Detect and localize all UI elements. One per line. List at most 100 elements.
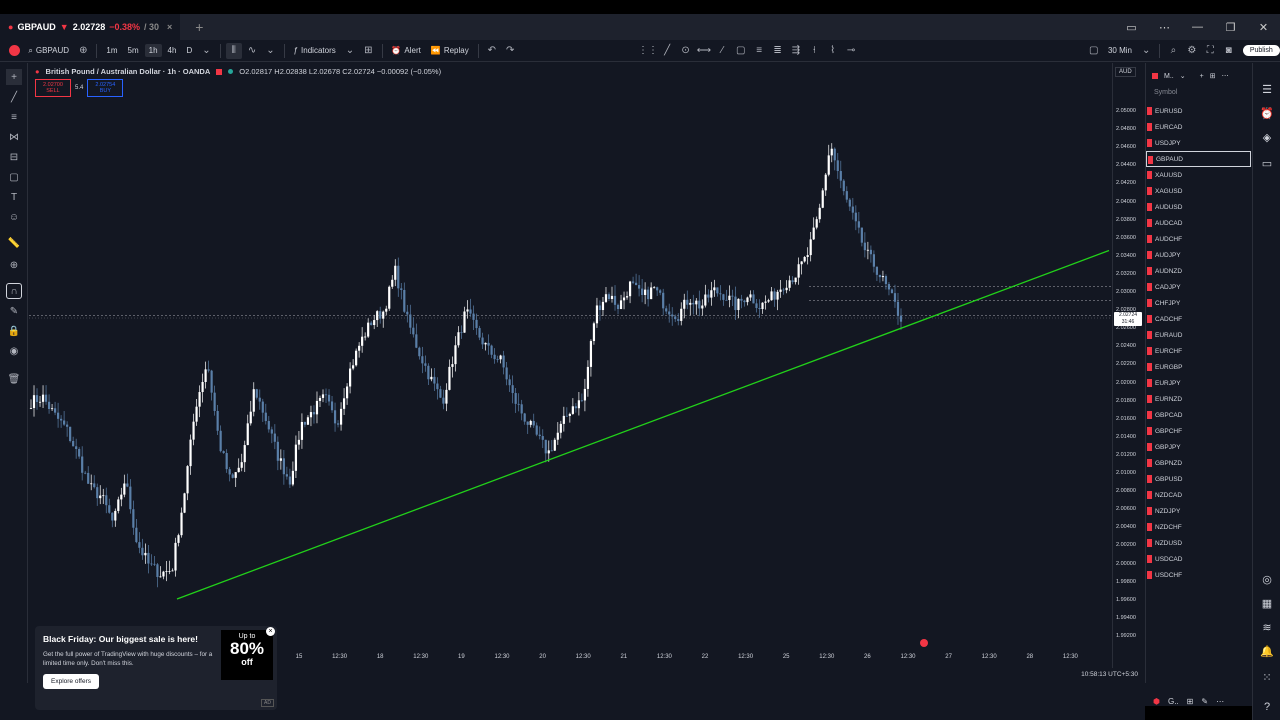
layouts-icon[interactable]: ⊞	[360, 43, 376, 59]
text-lines-icon[interactable]: ≡	[751, 43, 767, 59]
chevron-down-icon[interactable]: ⌄	[1138, 43, 1154, 59]
stay-drawing-icon[interactable]: ✎	[6, 303, 22, 319]
lock-icon[interactable]: 🔒	[6, 323, 22, 339]
add-icon[interactable]: +	[1200, 73, 1204, 80]
zoom-icon[interactable]: ⌕	[1165, 43, 1181, 59]
promo-image[interactable]: Up to 80% off	[221, 630, 273, 680]
chart-tab[interactable]: ● GBPAUD ▼ 2.02728 −0.38% / 30 ×	[0, 14, 181, 40]
interval-1m[interactable]: 1m	[102, 44, 121, 57]
close-icon[interactable]: ✕	[1247, 14, 1280, 40]
clock[interactable]: 10:58:13 UTC+5:30	[1081, 671, 1138, 678]
eye-icon[interactable]: ◉	[6, 343, 22, 359]
watchlist-item[interactable]: GBPNZD	[1146, 455, 1251, 471]
watchlist-icon[interactable]: ☰	[1259, 81, 1275, 97]
hline-icon[interactable]: ⟷	[696, 43, 712, 59]
watchlist-item[interactable]: USDCHF	[1146, 567, 1251, 583]
interval-4h[interactable]: 4h	[164, 44, 181, 57]
layout-icon[interactable]: ⊞	[1210, 72, 1216, 80]
more-icon[interactable]: ⋯	[1216, 697, 1224, 706]
candles-icon[interactable]: ⫴	[225, 42, 242, 59]
alerts-icon[interactable]: ⏰	[1259, 105, 1275, 121]
symbol-search-button[interactable]: ⌕ GBPAUD	[24, 44, 73, 58]
avatar[interactable]	[6, 43, 22, 59]
chevron-down-icon[interactable]: ⌄	[1180, 72, 1186, 80]
settings-icon[interactable]: ⚙	[1184, 43, 1200, 59]
chevron-down-icon[interactable]: ⌄	[198, 43, 214, 59]
dash-icon[interactable]: ⊸	[843, 43, 859, 59]
text-tool-icon[interactable]: T	[6, 189, 22, 205]
sell-button[interactable]: 2.02700 SELL	[35, 79, 71, 97]
watchlist-item[interactable]: EURJPY	[1146, 375, 1251, 391]
watchlist-item[interactable]: AUDJPY	[1146, 247, 1251, 263]
trendline-tool-icon[interactable]: ╱	[6, 89, 22, 105]
channel-icon[interactable]: ⇶	[788, 43, 804, 59]
brush-icon[interactable]: ╱	[659, 43, 675, 59]
pattern-tool-icon[interactable]: ⋈	[6, 129, 22, 145]
emoji-tool-icon[interactable]: ☺	[6, 209, 22, 225]
watchlist-item[interactable]: NZDUSD	[1146, 535, 1251, 551]
add-symbol-icon[interactable]: ⊕	[75, 43, 91, 59]
bell-icon[interactable]: 🔔	[1259, 643, 1275, 659]
target-icon[interactable]: ◎	[1259, 571, 1275, 587]
publish-button[interactable]: Publish	[1242, 45, 1280, 56]
undo-icon[interactable]: ↶	[484, 43, 500, 59]
magnet-icon[interactable]: ∩	[6, 283, 22, 299]
group-label[interactable]: G..	[1168, 697, 1179, 706]
price-axis[interactable]: AUD 2.05000 2.04800 2.04600 2.04400 2.04200 2…	[1112, 63, 1144, 668]
new-tab-button[interactable]: +	[186, 19, 212, 35]
watchlist-item[interactable]: NZDJPY	[1146, 503, 1251, 519]
buy-button[interactable]: 2.02754 BUY	[87, 79, 124, 97]
watchlist-item[interactable]: CADCHF	[1146, 311, 1251, 327]
alert-button[interactable]: ⏰ Alert	[387, 44, 424, 57]
explore-offers-button[interactable]: Explore offers	[43, 674, 99, 689]
calendar-icon[interactable]: ▦	[1259, 595, 1275, 611]
line-chart-icon[interactable]: ∿	[244, 43, 260, 59]
edit-icon[interactable]: ✎	[1201, 697, 1208, 706]
shape-tool-icon[interactable]: ▢	[6, 169, 22, 185]
grid-icon[interactable]: ⊞	[1187, 697, 1194, 706]
promo-banner[interactable]: Black Friday: Our biggest sale is here! …	[35, 626, 277, 710]
watchlist-item[interactable]: GBPCAD	[1146, 407, 1251, 423]
interval-5m[interactable]: 5m	[124, 44, 143, 57]
fib-tool-icon[interactable]: ≡	[6, 109, 22, 125]
trendline-icon[interactable]: ⁄	[714, 43, 730, 59]
watchlist-item[interactable]: EURUSD	[1146, 103, 1251, 119]
watchlist-item[interactable]: AUDCHF	[1146, 231, 1251, 247]
interval-1h[interactable]: 1h	[144, 44, 162, 57]
help-icon[interactable]: ?	[1259, 699, 1275, 715]
replay-button[interactable]: ⏪ Replay	[427, 44, 473, 57]
watchlist-item[interactable]: XAUUSD	[1146, 167, 1251, 183]
vline-icon[interactable]: ⍿	[806, 43, 822, 59]
watchlist-item[interactable]: AUDNZD	[1146, 263, 1251, 279]
minimize-icon[interactable]: —	[1181, 14, 1214, 40]
watchlist-item[interactable]: GBPJPY	[1146, 439, 1251, 455]
watchlist-item[interactable]: EURNZD	[1146, 391, 1251, 407]
group-icon[interactable]: ⬢	[1153, 697, 1160, 706]
watchlist-item[interactable]: NZDCHF	[1146, 519, 1251, 535]
ruler-icon[interactable]: 📏	[6, 235, 22, 251]
target-icon[interactable]: ⊙	[677, 43, 693, 59]
price-chart[interactable]	[29, 63, 1112, 650]
chevron-down-icon[interactable]: ⌄	[262, 43, 278, 59]
watchlist-item[interactable]: AUDCAD	[1146, 215, 1251, 231]
watchlist-name[interactable]: M..	[1164, 73, 1174, 80]
path-icon[interactable]: ⌇	[825, 43, 841, 59]
layout-icon[interactable]: ▭	[1115, 14, 1148, 40]
layers-icon[interactable]: ◈	[1259, 129, 1275, 145]
more-icon[interactable]: ⋯	[1222, 72, 1229, 80]
chat-icon[interactable]: ▭	[1259, 155, 1275, 171]
more-icon[interactable]: ⋯	[1148, 14, 1181, 40]
watchlist-item[interactable]: AUDUSD	[1146, 199, 1251, 215]
rect-icon[interactable]: ▢	[733, 43, 749, 59]
apps-icon[interactable]: ⁙	[1259, 669, 1275, 685]
zoom-in-icon[interactable]: ⊕	[6, 257, 22, 273]
drag-handle-icon[interactable]: ⋮⋮	[638, 43, 658, 59]
timeframe-select[interactable]: 30 Min	[1104, 44, 1136, 57]
trash-icon[interactable]: 🗑	[6, 371, 22, 387]
expand-icon[interactable]: ⛶	[1202, 43, 1218, 59]
tab-close-icon[interactable]: ×	[167, 22, 172, 32]
maximize-icon[interactable]: ❐	[1214, 14, 1247, 40]
watchlist-item[interactable]: EURAUD	[1146, 327, 1251, 343]
watchlist-item[interactable]: CHFJPY	[1146, 295, 1251, 311]
watchlist-item[interactable]: NZDCAD	[1146, 487, 1251, 503]
